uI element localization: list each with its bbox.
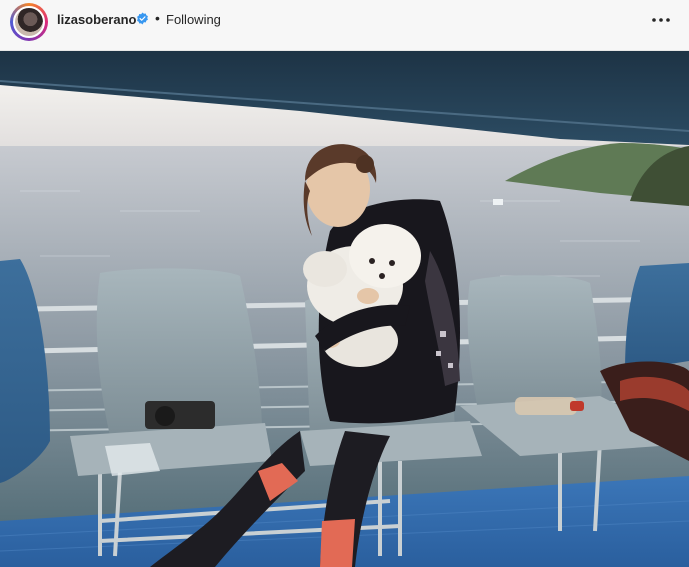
avatar[interactable] (13, 6, 45, 38)
more-options-icon[interactable] (651, 12, 671, 28)
story-ring[interactable] (10, 3, 48, 41)
post-header: lizasoberano • Following (0, 0, 689, 51)
photo-illustration (0, 51, 689, 567)
username-link[interactable]: lizasoberano (57, 12, 136, 27)
instagram-post: lizasoberano • Following (0, 0, 689, 567)
verified-badge-icon (137, 12, 148, 25)
following-button[interactable]: Following (166, 12, 221, 27)
post-photo[interactable] (0, 51, 689, 567)
separator-dot: • (155, 10, 160, 26)
